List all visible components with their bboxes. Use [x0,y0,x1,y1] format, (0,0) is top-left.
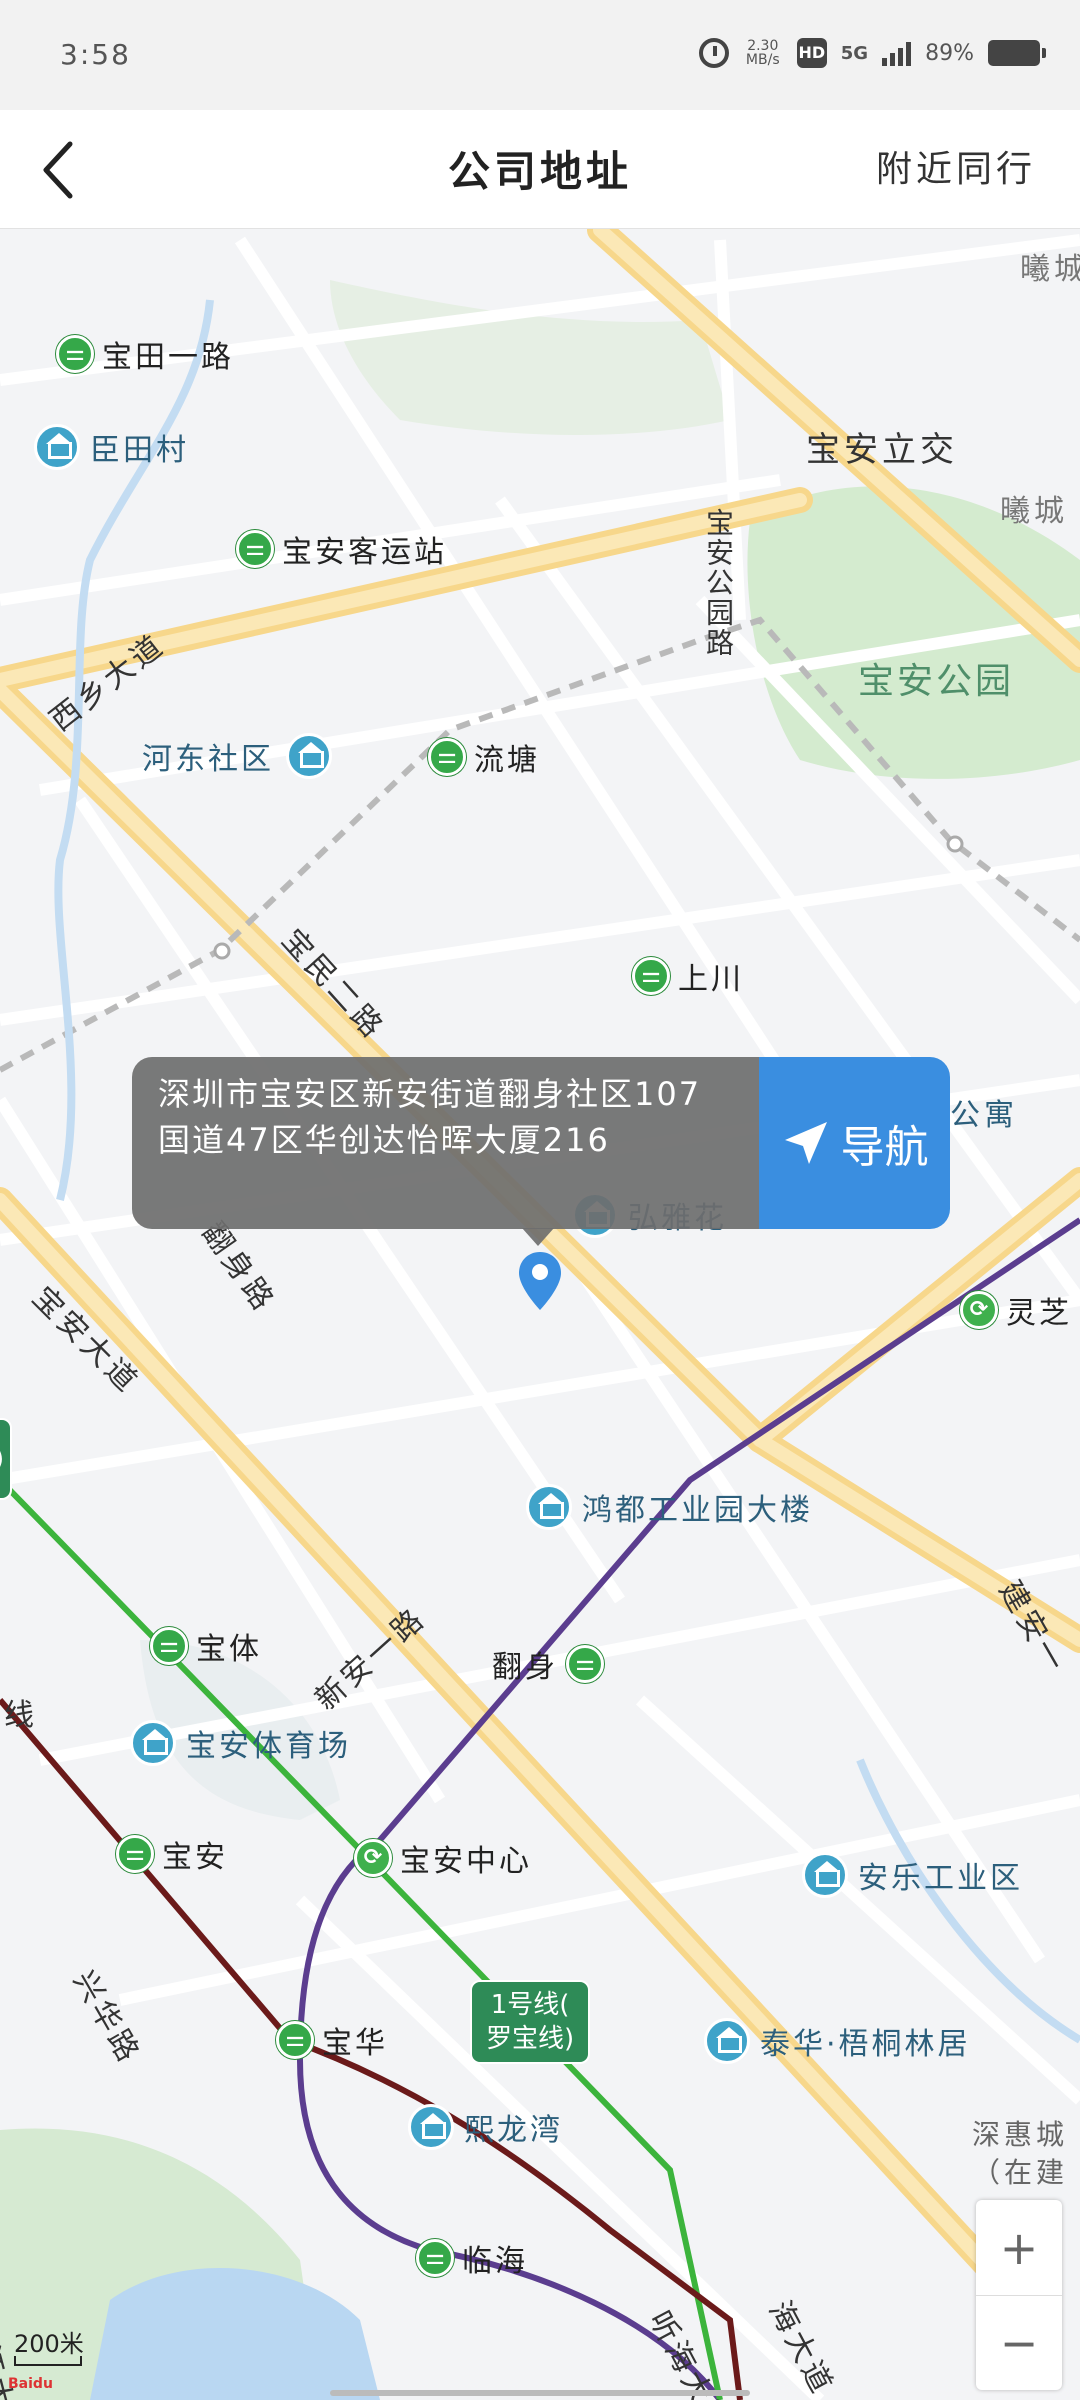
poi-taihua-residence[interactable]: 泰华·梧桐林居 [704,2018,971,2064]
poi-baoan-stadium[interactable]: 宝安体育场 [130,1720,351,1766]
metro-icon: ⚌ [566,1645,604,1683]
poi-anle-industrial[interactable]: 安乐工业区 [802,1852,1023,1898]
metro-icon: ⚌ [236,530,274,568]
map-labels-layer: ⚌ 宝田一路 臣田村 ⚌ 宝安客运站 西乡大道 河东社区 ⚌ 流塘 宝安立交 宝… [0,229,1080,2400]
road-label-baoan-interchange: 宝安立交 [806,430,958,470]
stadium-icon [130,1720,176,1766]
signal-icon [882,40,912,66]
zoom-in-button[interactable]: + [976,2200,1062,2296]
metro-icon: ⚌ [116,1835,154,1873]
company-address-text: 深圳市宝安区新安街道翻身社区107国道47区华创达怡晖大厦216 [132,1057,759,1229]
transfer-metro-icon: ⟳ [960,1291,998,1329]
metro-line-badge-fragment: ) [0,1418,13,1500]
road-label-baoan-park-road: 宝安公园路 [702,508,735,658]
building-icon [526,1484,572,1530]
poi-chentian-village[interactable]: 臣田村 [34,424,189,470]
battery-icon [988,40,1046,66]
metro-station-liutang[interactable]: ⚌ 流塘 [428,735,540,779]
chevron-left-icon [43,141,73,199]
poi-hedong-community[interactable]: 河东社区 [142,733,342,779]
metro-station-lingzhi[interactable]: ⟳ 灵芝 [960,1288,1072,1332]
road-label-bottom-left: 宝江大 [0,2308,20,2400]
top-nav-bar: 公司地址 附近同行 [0,110,1080,229]
road-label-jianan: 建安一 [991,1575,1074,1681]
building-icon [704,2018,750,2064]
metro-station-baoti[interactable]: ⚌ 宝体 [150,1624,262,1668]
navigate-button[interactable]: 导航 [759,1057,950,1229]
road-label-xicheng-right: 曦城 [1000,494,1068,529]
metro-station-linhai[interactable]: ⚌ 临海 [416,2236,528,2280]
road-label-baoan-avenue: 宝安大道 [25,1280,147,1402]
metro-icon: ⚌ [416,2239,454,2277]
road-label-xixiang: 西乡大道 [43,627,173,739]
network-speed: 2.30 MB/s [745,38,780,68]
poi-hongdu-building[interactable]: 鸿都工业园大楼 [526,1484,813,1530]
metro-station-fanshen[interactable]: 翻身 ⚌ [492,1642,612,1686]
navigate-label: 导航 [840,1122,929,1173]
road-label-xicheng-top: 曦城 [1020,252,1080,287]
status-icons: 2.30 MB/s HD 5G 89% [698,38,1046,68]
metro-icon: ⚌ [150,1627,188,1665]
road-label-line-fragment: 线 [4,1698,38,1733]
zoom-out-button[interactable]: − [976,2295,1062,2390]
nearby-peers-button[interactable]: 附近同行 [876,140,1036,192]
poi-xilongwan[interactable]: 熙龙湾 [408,2104,563,2150]
poi-baoan-park[interactable]: 宝安公园 [858,652,1014,704]
navigation-arrow-icon [784,1122,827,1164]
road-label-tinghai: 听海大道 [641,2305,737,2400]
metro-station-baotian[interactable]: ⚌ 宝田一路 [56,332,234,376]
road-label-xinghua: 兴华路 [65,1965,148,2071]
metro-station-baohua[interactable]: ⚌ 宝华 [276,2018,388,2062]
map-view[interactable]: ⚌ 宝田一路 臣田村 ⚌ 宝安客运站 西乡大道 河东社区 ⚌ 流塘 宝安立交 宝… [0,229,1080,2400]
hd-icon: HD [796,38,827,68]
transfer-metro-icon: ⟳ [354,1839,392,1877]
metro-icon: ⚌ [276,2021,314,2059]
building-icon [802,1852,848,1898]
building-icon [408,2104,454,2150]
metro-line-1-badge: 1号线( 罗宝线) [470,1980,591,2064]
back-button[interactable] [30,130,110,210]
building-icon [286,733,332,779]
metro-station-baoan-center[interactable]: ⟳ 宝安中心 [354,1836,532,1880]
address-callout: 深圳市宝安区新安街道翻身社区107国道47区华创达怡晖大厦216 导航 [132,1057,950,1229]
metro-icon: ⚌ [632,957,670,995]
status-time: 3:58 [60,38,131,71]
poi-shenhuicheng: 深惠城 （在建 [972,2118,1069,2189]
road-label-baomin: 宝民二路 [274,922,392,1048]
status-bar: 3:58 2.30 MB/s HD 5G 89% [0,0,1080,110]
metro-station-shangchuan[interactable]: ⚌ 上川 [632,954,744,998]
signal-label: 5G [840,42,869,64]
building-icon [34,424,80,470]
battery-percent: 89% [925,40,974,66]
metro-icon: ⚌ [56,335,94,373]
alarm-icon [698,38,729,68]
zoom-control: + − [976,2200,1062,2390]
poi-apartment-fragment: 公寓 [950,1098,1018,1133]
road-label-xinan: 新安一路 [308,1600,434,1718]
metro-station-baoan[interactable]: ⚌ 宝安 [116,1832,228,1876]
metro-icon: ⚌ [428,738,466,776]
road-label-haida: 海大道 [761,2295,841,2400]
metro-station-baoan-bus[interactable]: ⚌ 宝安客运站 [236,527,447,571]
